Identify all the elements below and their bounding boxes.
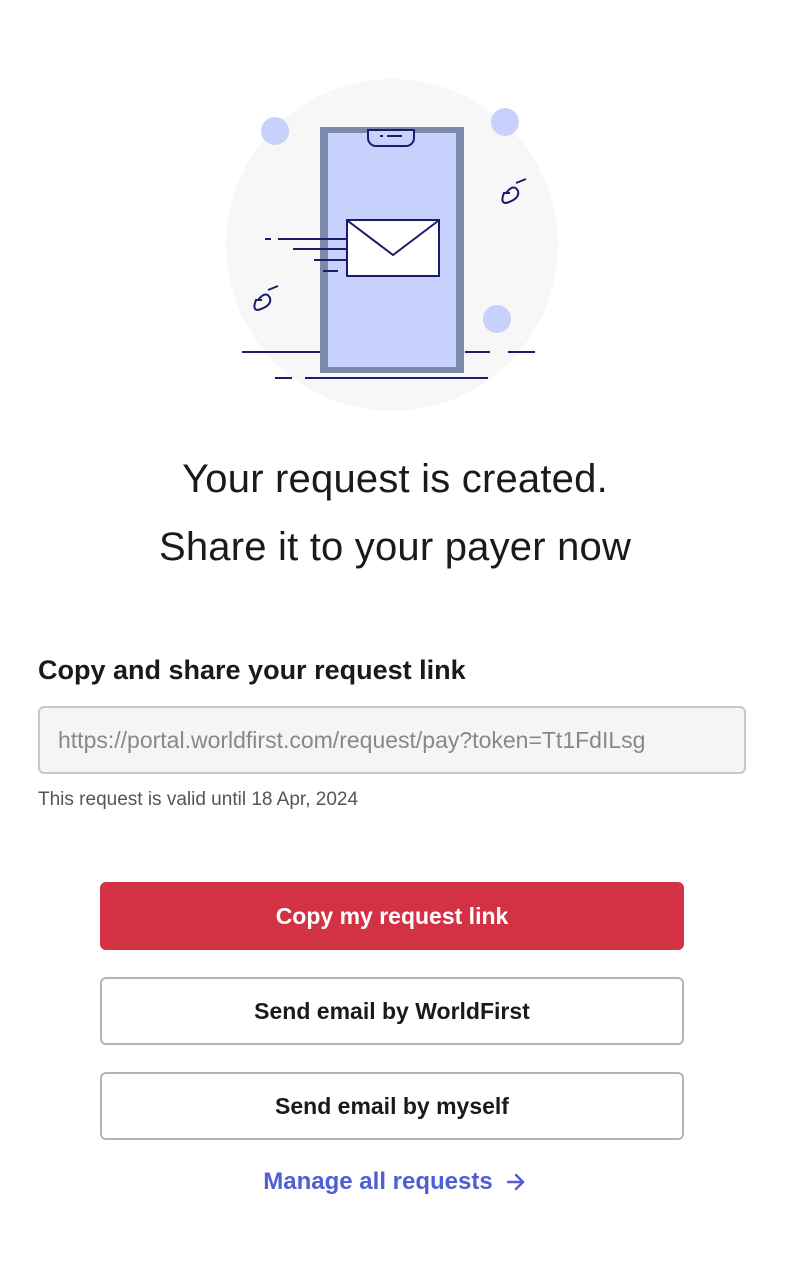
headline-share: Share it to your payer now <box>158 525 632 569</box>
copy-link-button[interactable]: Copy my request link <box>100 882 684 950</box>
request-link-field[interactable] <box>38 706 746 774</box>
manage-requests-link[interactable]: Manage all requests <box>0 1168 790 1196</box>
send-email-myself-button[interactable]: Send email by myself <box>100 1072 684 1140</box>
arrow-right-icon <box>505 1171 527 1193</box>
validity-text: This request is valid until 18 Apr, 2024 <box>38 789 359 810</box>
send-email-worldfirst-button[interactable]: Send email by WorldFirst <box>100 977 684 1045</box>
headline-created: Your request is created. <box>182 457 608 501</box>
share-link-label: Copy and share your request link <box>38 655 466 685</box>
manage-requests-label: Manage all requests <box>263 1168 493 1195</box>
envelope-on-phone-illustration <box>220 75 560 415</box>
